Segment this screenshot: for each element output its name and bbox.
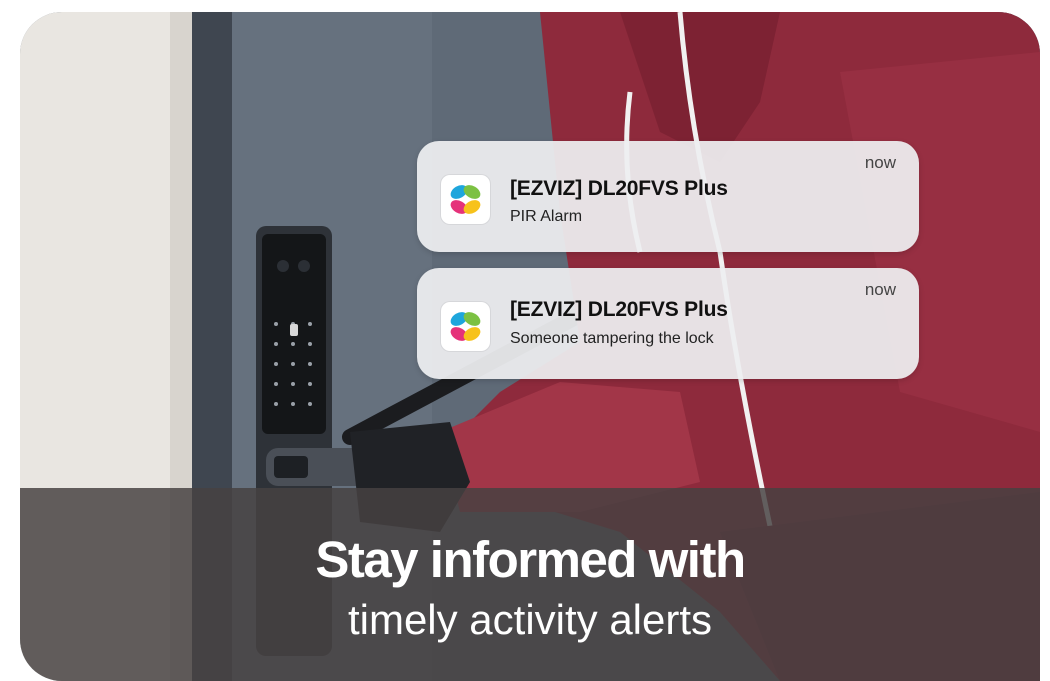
notification-tamper-alert[interactable]: [EZVIZ] DL20FVS Plus Someone tampering t… [417, 268, 919, 379]
banner-headline: Stay informed with [315, 531, 746, 588]
notification-body: Someone tampering the lock [510, 330, 714, 347]
notification-time: now [864, 153, 896, 172]
promo-card: [EZVIZ] DL20FVS Plus PIR Alarm now [EZVI… [20, 12, 1040, 681]
notification-time: now [864, 280, 896, 299]
notification-pir-alarm[interactable]: [EZVIZ] DL20FVS Plus PIR Alarm now [417, 141, 919, 252]
notification-body: PIR Alarm [510, 208, 583, 225]
ezviz-app-icon [441, 302, 490, 351]
notification-title: [EZVIZ] DL20FVS Plus [510, 177, 728, 200]
notification-title: [EZVIZ] DL20FVS Plus [510, 298, 728, 321]
caption-banner: Stay informed with timely activity alert… [20, 488, 1040, 681]
ezviz-app-icon [441, 175, 490, 224]
banner-subheadline: timely activity alerts [347, 596, 713, 643]
